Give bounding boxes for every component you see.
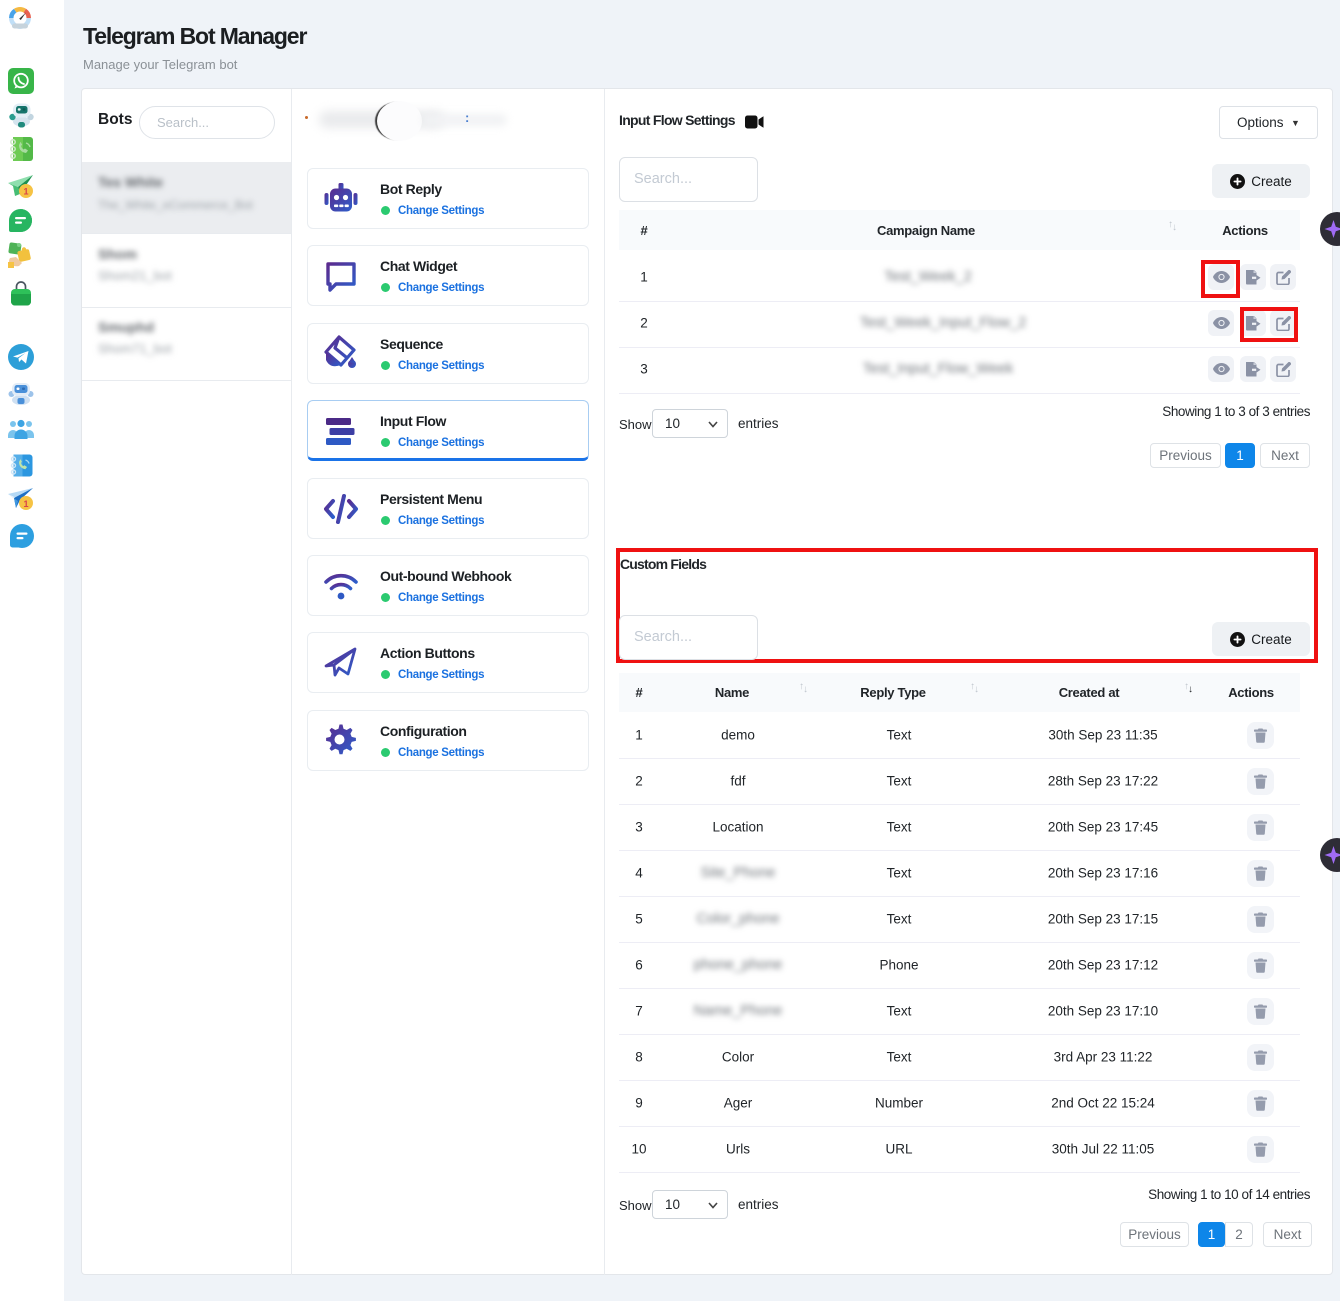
svg-text:1: 1	[23, 499, 28, 509]
svg-text:1: 1	[23, 187, 28, 197]
